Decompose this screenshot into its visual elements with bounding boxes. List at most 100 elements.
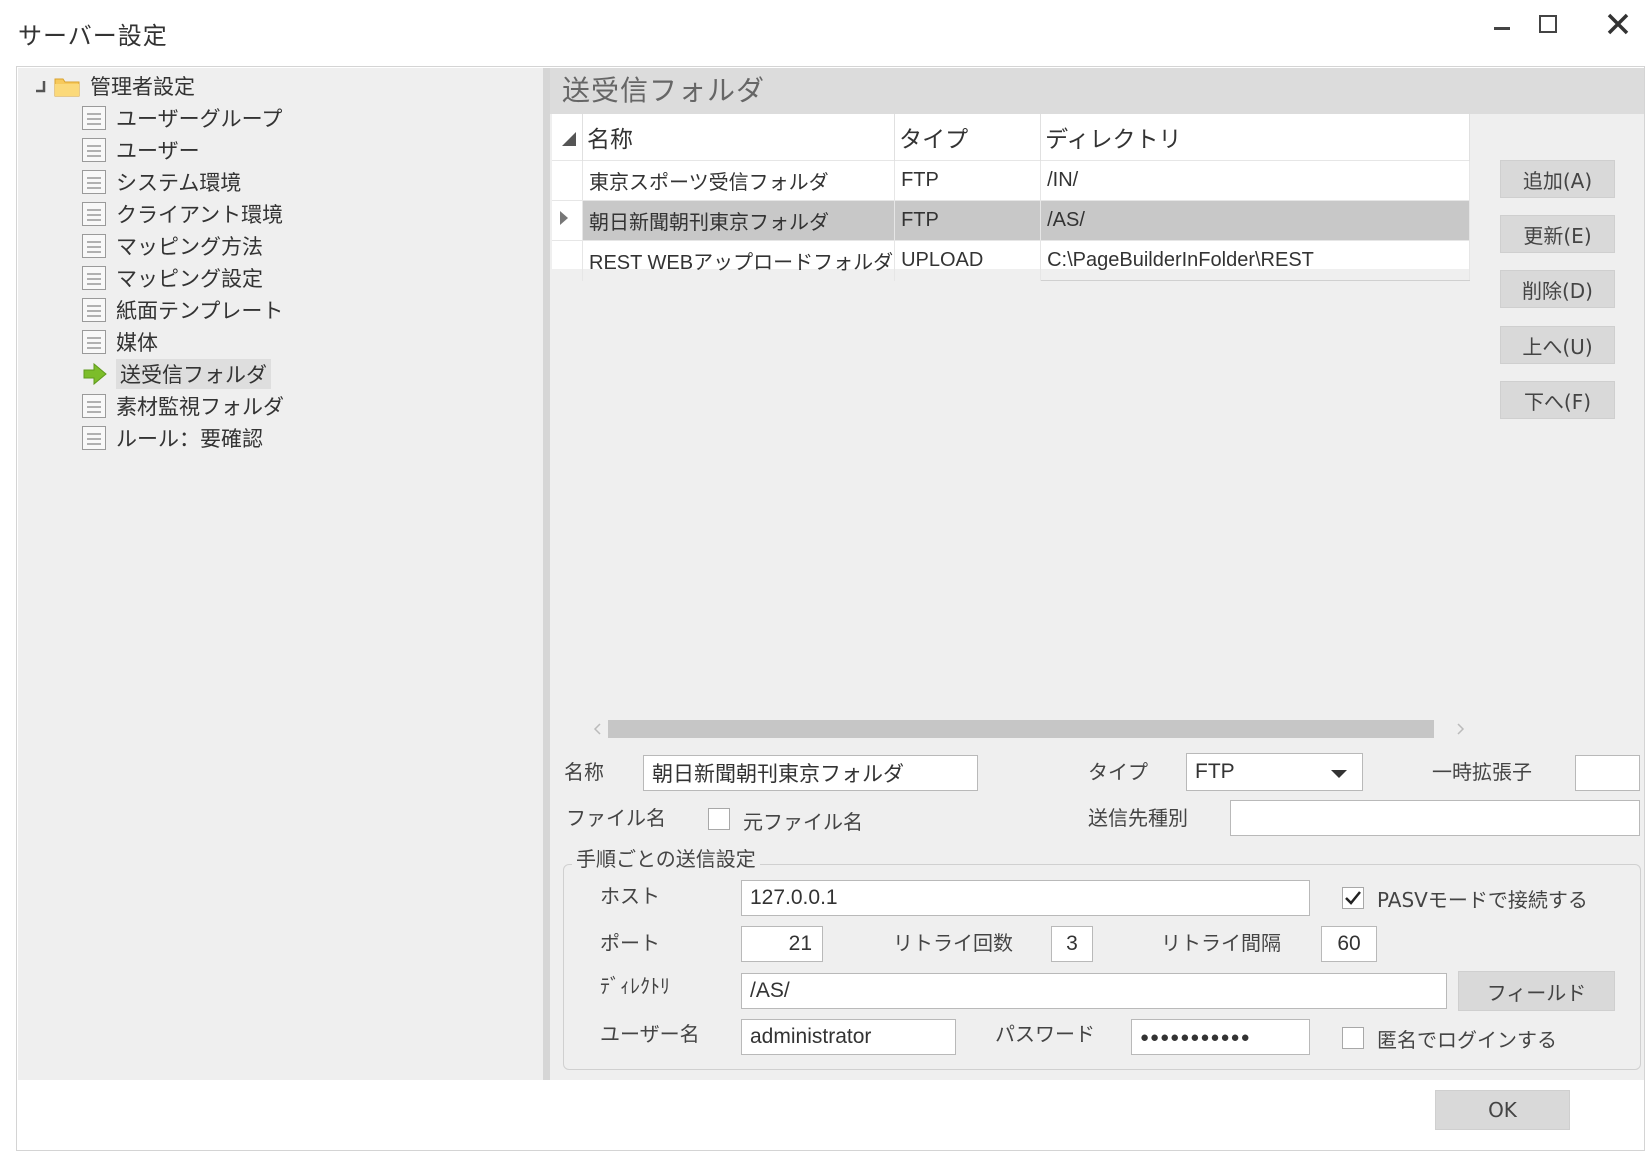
field-button[interactable]: フィールド [1458, 971, 1615, 1011]
folder-grid: 名称 タイプ ディレクトリ 東京スポーツ受信フォルダ FTP /IN/ 朝日新聞… [552, 114, 1470, 281]
tree-item-page-template[interactable]: 紙面テンプレート [82, 294, 284, 326]
directory-label: ﾃﾞｨﾚｸﾄﾘ [600, 974, 670, 998]
update-button[interactable]: 更新(E) [1500, 215, 1615, 253]
table-row[interactable]: 東京スポーツ受信フォルダ FTP /IN/ [552, 160, 1470, 201]
port-label: ポート [600, 931, 660, 955]
page-icon [82, 394, 106, 418]
maximize-icon [1539, 15, 1557, 33]
tree-item-label: マッピング設定 [116, 267, 263, 291]
collapse-icon[interactable] [34, 79, 48, 93]
original-filename-checkbox[interactable] [708, 808, 730, 830]
folder-icon [54, 78, 80, 97]
minimize-button[interactable] [1480, 4, 1524, 44]
tree-root[interactable]: 管理者設定 [34, 70, 195, 102]
tree-item-label: 送受信フォルダ [116, 359, 271, 389]
name-label: 名称 [564, 760, 604, 784]
name-field[interactable]: 朝日新聞朝刊東京フォルダ [643, 755, 978, 791]
type-select[interactable]: FTP [1186, 753, 1363, 791]
password-label: パスワード [995, 1022, 1095, 1046]
chevron-down-icon [1331, 770, 1347, 778]
column-header-name[interactable]: 名称 [582, 114, 896, 161]
tree-item-mapping-settings[interactable]: マッピング設定 [82, 262, 284, 294]
sort-corner-icon [562, 132, 576, 146]
tree-item-label: クライアント環境 [116, 203, 284, 227]
page-icon [82, 266, 106, 290]
host-label: ホスト [600, 884, 660, 908]
dest-type-field[interactable] [1230, 800, 1640, 836]
original-filename-label: 元ファイル名 [743, 810, 863, 834]
host-field[interactable]: 127.0.0.1 [741, 880, 1310, 916]
dest-type-label: 送信先種別 [1088, 806, 1188, 830]
delete-button[interactable]: 削除(D) [1500, 270, 1615, 308]
tree-item-label: ユーザーグループ [116, 107, 283, 131]
retry-interval-label: リトライ間隔 [1161, 931, 1281, 955]
page-icon [82, 138, 106, 162]
scroll-right-icon[interactable] [1452, 720, 1468, 738]
page-icon [82, 202, 106, 226]
pasv-label: PASVモードで接続する [1377, 888, 1588, 912]
tree-item-mapping-method[interactable]: マッピング方法 [82, 230, 284, 262]
tree-item-label: マッピング方法 [116, 235, 263, 259]
tree-item-label: ルール：要確認 [116, 427, 263, 451]
column-header-type[interactable]: タイプ [894, 114, 1042, 161]
move-down-button[interactable]: 下へ(F) [1500, 381, 1615, 419]
port-field[interactable]: 21 [741, 926, 823, 962]
temp-ext-field[interactable] [1575, 755, 1640, 791]
scrollbar-thumb[interactable] [608, 720, 1434, 738]
username-label: ユーザー名 [600, 1022, 700, 1046]
row-indicator [552, 200, 583, 241]
tree-item-user[interactable]: ユーザー [82, 134, 284, 166]
maximize-button[interactable] [1526, 4, 1570, 44]
temp-ext-label: 一時拡張子 [1432, 760, 1532, 784]
tree-item-system-env[interactable]: システム環境 [82, 166, 284, 198]
cell-type[interactable]: FTP [894, 200, 1042, 241]
anonymous-login-checkbox[interactable] [1342, 1027, 1364, 1049]
tree-item-label: 紙面テンプレート [116, 299, 284, 323]
cell-name[interactable]: 朝日新聞朝刊東京フォルダ [582, 200, 896, 241]
page-icon [82, 106, 106, 130]
type-select-value: FTP [1195, 760, 1235, 783]
page-icon [82, 330, 106, 354]
checkmark-icon [1345, 891, 1361, 905]
cell-directory[interactable]: C:\PageBuilderInFolder\REST [1040, 240, 1470, 281]
close-icon [1607, 13, 1629, 35]
add-button[interactable]: 追加(A) [1500, 160, 1615, 198]
table-row[interactable]: REST WEBアップロードフォルダ UPLOAD C:\PageBuilder… [552, 240, 1470, 281]
grid-corner[interactable] [552, 114, 583, 161]
cell-name[interactable]: 東京スポーツ受信フォルダ [582, 160, 896, 201]
page-icon [82, 298, 106, 322]
table-row[interactable]: 朝日新聞朝刊東京フォルダ FTP /AS/ [552, 200, 1470, 241]
tree-item-material-watch-folder[interactable]: 素材監視フォルダ [82, 390, 284, 422]
tree-item-transfer-folder[interactable]: 送受信フォルダ [82, 358, 284, 390]
tree-item-label: システム環境 [116, 171, 242, 195]
cell-type[interactable]: UPLOAD [894, 240, 1042, 281]
window-title: サーバー設定 [18, 22, 168, 50]
pasv-checkbox[interactable] [1342, 887, 1364, 909]
tree-item-rule[interactable]: ルール：要確認 [82, 422, 284, 454]
cell-type[interactable]: FTP [894, 160, 1042, 201]
column-header-directory[interactable]: ディレクトリ [1040, 114, 1470, 161]
tree-item-label: 媒体 [116, 331, 158, 355]
cell-directory[interactable]: /IN/ [1040, 160, 1470, 201]
tree-item-label: ユーザー [116, 139, 200, 163]
tree-item-user-group[interactable]: ユーザーグループ [82, 102, 284, 134]
retry-interval-field[interactable]: 60 [1321, 926, 1377, 962]
tree-item-media[interactable]: 媒体 [82, 326, 284, 358]
page-icon [82, 426, 106, 450]
current-row-icon [560, 210, 568, 225]
arrow-right-icon [83, 362, 107, 386]
ok-button[interactable]: OK [1435, 1090, 1570, 1130]
page-icon [82, 170, 106, 194]
move-up-button[interactable]: 上へ(U) [1500, 326, 1615, 364]
cell-name[interactable]: REST WEBアップロードフォルダ [582, 240, 896, 281]
pane-splitter[interactable] [543, 68, 550, 1080]
retry-count-field[interactable]: 3 [1051, 926, 1093, 962]
scroll-left-icon[interactable] [590, 720, 606, 738]
password-field[interactable]: ●●●●●●●●●●● [1131, 1019, 1310, 1055]
tree-item-client-env[interactable]: クライアント環境 [82, 198, 284, 230]
close-button[interactable] [1596, 4, 1640, 44]
cell-directory[interactable]: /AS/ [1040, 200, 1470, 241]
directory-field[interactable]: /AS/ [741, 973, 1447, 1009]
filename-label: ファイル名 [566, 806, 666, 830]
username-field[interactable]: administrator [741, 1019, 956, 1055]
